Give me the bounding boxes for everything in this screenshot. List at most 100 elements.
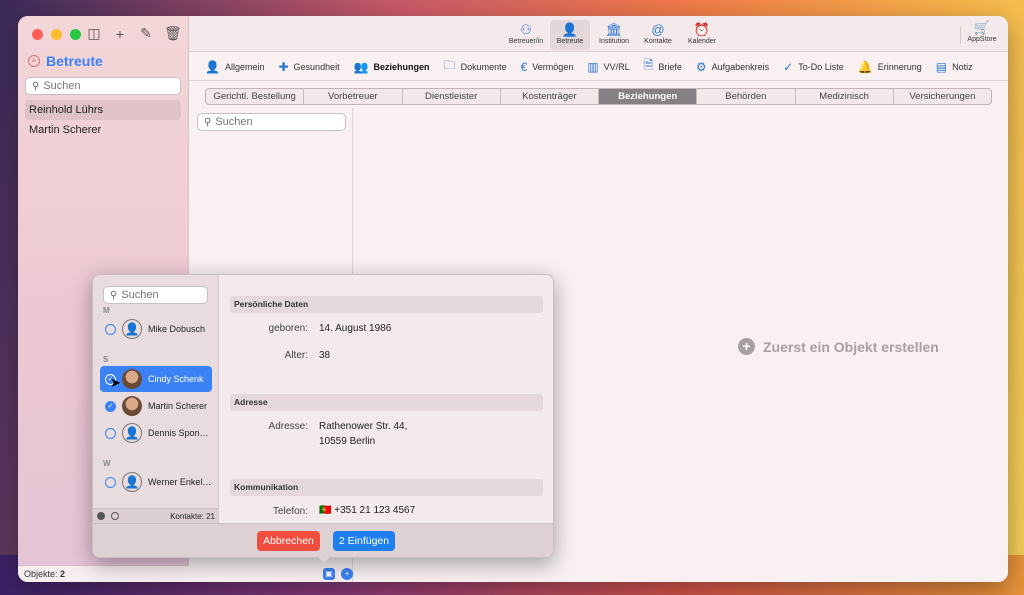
tab-notiz-label: Notiz xyxy=(952,61,973,72)
person-network-icon: ⚇ xyxy=(520,22,532,37)
contact-row[interactable]: 👤 Werner Enkel… xyxy=(100,469,212,495)
toolbar-appstore-label: AppStore xyxy=(967,36,997,43)
trash-icon[interactable]: 🗑 xyxy=(164,25,182,42)
phone-value-row: 🇵🇹 +351 21 123 4567 xyxy=(319,505,415,516)
contact-search-input[interactable]: ⚲ Suchen xyxy=(103,286,208,304)
tab-gesundheit[interactable]: ✚ Gesundheit xyxy=(278,60,339,74)
toolbar-betreute-label: Betreute xyxy=(556,38,584,45)
tab-vvrl[interactable]: ▥ VV/RL xyxy=(587,60,629,74)
folder-icon: 🗀 xyxy=(443,58,456,72)
subtab-kostentraeger[interactable]: Kostenträger xyxy=(501,89,599,104)
empty-state-message: Zuerst ein Objekt erstellen xyxy=(763,338,939,355)
subtab-dienstleister[interactable]: Dienstleister xyxy=(403,89,501,104)
sidebar-title: ≡ Betreute xyxy=(28,53,103,69)
sidebar-item-martin-scherer[interactable]: Martin Scherer xyxy=(25,120,181,140)
toolbar-appstore-button[interactable]: 🛒 AppStore xyxy=(964,20,1000,43)
minimize-window-button[interactable] xyxy=(51,29,62,40)
contact-name: Cindy Schenk xyxy=(148,374,204,384)
section-communication: Kommunikation xyxy=(230,479,543,496)
tab-allgemein-label: Allgemein xyxy=(224,61,265,72)
toolbar-institution-button[interactable]: 🏛 Institution xyxy=(594,20,634,50)
select-all-icon[interactable] xyxy=(97,512,105,520)
toolbar-kalender-button[interactable]: ⏰ Kalender xyxy=(682,20,722,50)
born-value: 14. August 1986 xyxy=(319,323,392,334)
list-icon: ≡ xyxy=(28,55,40,67)
contact-checkbox[interactable] xyxy=(105,476,116,488)
add-icon[interactable]: + xyxy=(112,26,128,42)
search-icon: ⚲ xyxy=(32,80,40,92)
bell-icon: 🔔 xyxy=(857,59,873,74)
born-label: geboren: xyxy=(268,323,308,334)
tab-vermoegen[interactable]: € Vermögen xyxy=(521,60,574,74)
section-address: Adresse xyxy=(230,394,543,411)
insert-button[interactable]: 2 Einfügen xyxy=(333,531,395,551)
tab-gesundheit-label: Gesundheit xyxy=(293,61,340,72)
contact-row[interactable]: 👤 Mike Dobusch xyxy=(100,316,212,342)
list-bottom-controls: ▣ + xyxy=(323,568,353,580)
subtab-beziehungen[interactable]: Beziehungen xyxy=(599,89,698,104)
contacts-count: Kontakte: 21 xyxy=(170,511,215,521)
address-line1: Rathenower Str. 44, xyxy=(319,421,408,432)
tab-beziehungen[interactable]: 👥 Beziehungen xyxy=(354,60,430,74)
toolbar-betreuer-button[interactable]: ⚇ Betreuer/in xyxy=(506,20,546,50)
sidebar-item-reinhold-luehrs[interactable]: Reinhold Lührs xyxy=(25,100,181,120)
plus-circle-icon[interactable]: + xyxy=(738,338,755,355)
maximize-window-button[interactable] xyxy=(70,29,81,40)
tab-allgemein[interactable]: 👤 Allgemein xyxy=(205,60,264,74)
contact-row[interactable]: 👤 Dennis Spon… xyxy=(100,420,212,446)
close-window-button[interactable] xyxy=(32,29,43,40)
contact-checkbox[interactable] xyxy=(105,427,116,439)
books-icon: ▥ xyxy=(587,59,599,74)
popover-caret xyxy=(317,556,331,563)
person-icon: 👤 xyxy=(205,59,220,74)
building-icon: 🏛 xyxy=(605,22,623,37)
tab-briefe[interactable]: 🗎 Briefe xyxy=(644,56,682,77)
avatar xyxy=(122,369,142,389)
tab-erinnerung[interactable]: 🔔 Erinnerung xyxy=(858,60,922,74)
deselect-all-icon[interactable] xyxy=(111,512,119,520)
toolbar-kontakte-button[interactable]: @ Kontakte xyxy=(638,20,678,50)
sidebar-list: Reinhold Lührs Martin Scherer xyxy=(25,100,181,140)
contact-checkbox[interactable] xyxy=(105,323,116,335)
subtab-versicherungen[interactable]: Versicherungen xyxy=(894,89,991,104)
contact-details: Persönliche Daten geboren: 14. August 19… xyxy=(220,275,553,523)
age-value: 38 xyxy=(319,350,331,361)
relations-search-input[interactable]: ⚲ Suchen xyxy=(197,113,346,131)
search-icon: ⚲ xyxy=(204,116,212,128)
note-icon: ▤ xyxy=(935,59,948,74)
tab-aufgabenkreis[interactable]: ⚙ Aufgabenkreis xyxy=(696,60,769,74)
toolbar-betreute-button[interactable]: 👤 Betreute xyxy=(550,20,590,50)
medical-case-icon: ✚ xyxy=(278,59,289,74)
subtab-vorbetreuer[interactable]: Vorbetreuer xyxy=(304,89,403,104)
tab-dokumente-label: Dokumente xyxy=(460,61,507,72)
sidebar-toggle-icon[interactable]: ◫ xyxy=(86,25,102,42)
sidebar-search-placeholder: Suchen xyxy=(43,80,81,92)
toolbar-betreuer-label: Betreuer/in xyxy=(508,38,544,45)
subtab-gerichtl-bestellung[interactable]: Gerichtl. Bestellung xyxy=(206,89,305,104)
at-icon: @ xyxy=(651,22,665,37)
tab-aufgabenkreis-label: Aufgabenkreis xyxy=(711,61,770,72)
contacts-picker-icon[interactable]: ▣ xyxy=(323,568,335,580)
contact-list: ⚲ Suchen M 👤 Mike Dobusch S ✓ Cindy Sche… xyxy=(93,275,219,523)
address-line2: 10559 Berlin xyxy=(319,436,376,447)
subtab-behoerden[interactable]: Behörden xyxy=(697,89,796,104)
add-circle-icon[interactable]: + xyxy=(341,568,353,580)
sidebar-search-input[interactable]: ⚲ Suchen xyxy=(25,77,181,95)
tab-notiz[interactable]: ▤ Notiz xyxy=(936,60,973,74)
edit-pencil-icon[interactable]: ✎ xyxy=(138,25,154,42)
checkmark-circle-icon: ✓ xyxy=(783,59,794,74)
contact-row[interactable]: ✓ Martin Scherer xyxy=(100,393,212,419)
toolbar-kalender-label: Kalender xyxy=(687,38,717,45)
phone-value: +351 21 123 4567 xyxy=(334,505,416,516)
contact-name: Dennis Spon… xyxy=(148,428,209,438)
cancel-button[interactable]: Abbrechen xyxy=(257,531,320,551)
contact-name: Martin Scherer xyxy=(148,401,208,411)
contact-checkbox[interactable]: ✓ xyxy=(105,400,116,412)
person-avatar-icon: 👤 xyxy=(122,423,142,443)
tab-todo[interactable]: ✓ To-Do Liste xyxy=(783,60,844,74)
age-label: Alter: xyxy=(284,350,308,361)
tab-dokumente[interactable]: 🗀 Dokumente xyxy=(444,56,507,77)
subtab-medizinisch[interactable]: Medizinisch xyxy=(796,89,894,104)
tab-briefe-label: Briefe xyxy=(658,61,682,72)
toolbar-institution-label: Institution xyxy=(599,38,629,45)
